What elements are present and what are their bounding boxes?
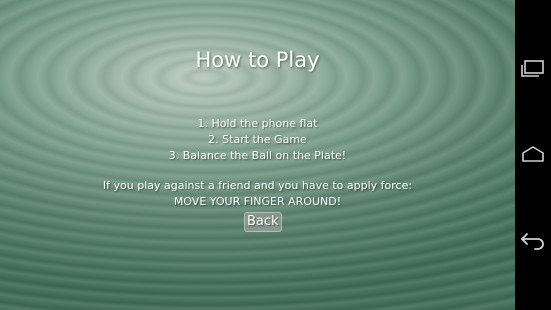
recent-apps-icon [520, 58, 546, 78]
recent-apps-button[interactable] [515, 48, 551, 88]
back-button[interactable]: Back [244, 212, 282, 232]
home-button[interactable] [515, 134, 551, 174]
instruction-step: 3. Balance the Ball on the Plate! [168, 149, 347, 162]
instructions-list: 1. Hold the phone flat 2. Start the Game… [0, 116, 515, 164]
note-line: MOVE YOUR FINGER AROUND! [173, 195, 342, 208]
screen: How to Play 1. Hold the phone flat 2. St… [0, 0, 551, 310]
home-icon [520, 144, 546, 164]
back-arrow-icon [519, 230, 547, 250]
instruction-step: 2. Start the Game [208, 133, 307, 146]
multiplayer-note: If you play against a friend and you hav… [0, 178, 515, 210]
instruction-step: 1. Hold the phone flat [197, 117, 318, 130]
system-back-button[interactable] [515, 220, 551, 260]
game-area: How to Play 1. Hold the phone flat 2. St… [0, 0, 515, 310]
navigation-bar [515, 0, 551, 310]
page-title: How to Play [195, 48, 320, 72]
note-line: If you play against a friend and you hav… [102, 179, 413, 192]
